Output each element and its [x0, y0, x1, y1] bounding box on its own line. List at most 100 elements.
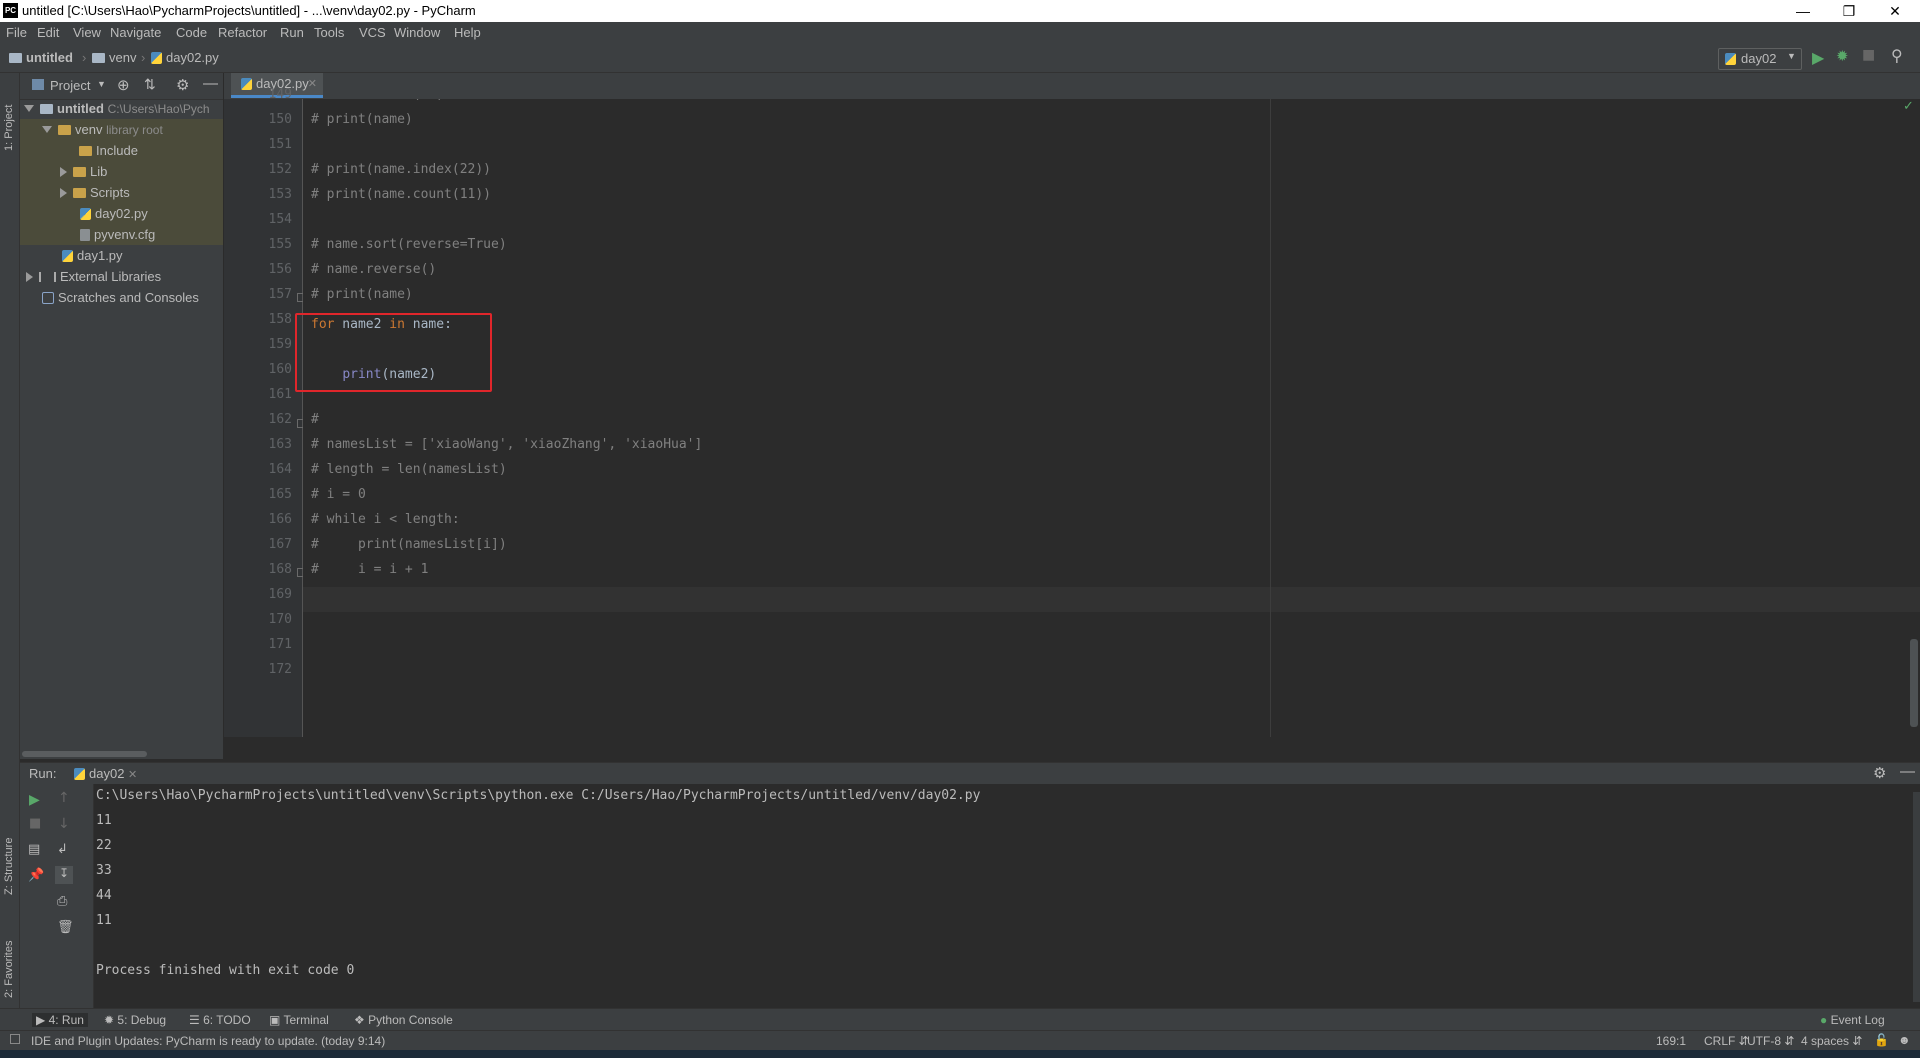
menu-navigate[interactable]: Navigate	[110, 25, 161, 40]
gear-icon[interactable]: ⚙	[176, 76, 189, 94]
run-panel-header: Run: day02 ✕ ⚙ —	[20, 762, 1920, 785]
console-line: 22	[96, 838, 112, 853]
print-icon[interactable]: ⎙	[57, 894, 67, 909]
run-panel-label: Run:	[29, 766, 57, 781]
line-number: 172	[268, 662, 292, 677]
line-number: 155	[268, 237, 292, 252]
scroll-to-end-icon[interactable]: ↧	[55, 866, 73, 884]
pin-icon[interactable]: 📌	[28, 868, 44, 883]
rerun-icon[interactable]: ▶	[29, 792, 40, 808]
navigation-bar: untitled › venv › day02.py	[0, 44, 1920, 73]
tab-structure[interactable]: Z: Structure	[3, 815, 15, 895]
line-separator[interactable]: CRLF ⇵	[1704, 1034, 1749, 1048]
menu-vcs[interactable]: VCS	[359, 25, 386, 40]
line-number-gutter: 149 150 151 152 153 154 155 156 157 158 159 160 161 1…	[224, 87, 306, 737]
tab-todo[interactable]: ☰ 6: TODO	[189, 1013, 251, 1027]
close-tab-icon[interactable]: ✕	[128, 769, 137, 781]
locate-file-icon[interactable]: ⊕	[117, 76, 130, 94]
tree-item-untitled[interactable]: untitled C:\Users\Hao\Pych	[24, 98, 210, 119]
search-everywhere-icon[interactable]: ⚲	[1891, 46, 1903, 65]
project-view-select[interactable]: Project	[50, 78, 90, 93]
breadcrumb-project[interactable]: untitled	[9, 50, 73, 65]
tree-item-scripts[interactable]: Scripts	[20, 182, 223, 203]
breadcrumb-file[interactable]: day02.py	[151, 50, 219, 65]
chevron-right-icon	[60, 188, 67, 198]
breadcrumb-venv[interactable]: venv	[92, 50, 136, 65]
event-log-icon: ●	[1820, 1013, 1828, 1027]
down-arrow-icon[interactable]: ↓	[58, 816, 70, 832]
hide-panel-icon[interactable]: —	[203, 75, 218, 92]
code-line: # i = i + 1	[311, 562, 429, 577]
line-number: 160	[268, 362, 292, 377]
event-log-button[interactable]: ● Event Log	[1820, 1013, 1885, 1027]
run-configuration-select[interactable]: day02 ▼	[1718, 48, 1802, 70]
console-line: 33	[96, 863, 112, 878]
caret-position[interactable]: 169:1	[1656, 1034, 1686, 1048]
code-line: # print(namesList[i])	[311, 537, 507, 552]
layout-icon[interactable]: ▤	[28, 842, 40, 857]
toggle-tool-windows-icon[interactable]	[10, 1034, 20, 1044]
horizontal-scrollbar[interactable]	[22, 751, 147, 757]
hide-panel-icon[interactable]: —	[1900, 763, 1915, 780]
menu-view[interactable]: View	[73, 25, 101, 40]
project-panel-header: Project ▼ ⊕ ⇅ ⚙ —	[20, 73, 223, 100]
file-encoding[interactable]: UTF-8 ⇵	[1747, 1034, 1794, 1048]
menu-file[interactable]: File	[6, 25, 27, 40]
menu-code[interactable]: Code	[176, 25, 207, 40]
menu-run[interactable]: Run	[280, 25, 304, 40]
tab-project[interactable]: 1: Project	[3, 81, 15, 151]
run-tab-day02[interactable]: day02 ✕	[74, 766, 137, 781]
menu-help[interactable]: Help	[454, 25, 481, 40]
menu-edit[interactable]: Edit	[37, 25, 59, 40]
line-number: 167	[268, 537, 292, 552]
restore-icon[interactable]: ❐	[1826, 0, 1872, 22]
folder-icon	[73, 188, 86, 198]
run-toolbar: ▶ ↑ ■ ↓ ▤ ↲ 📌 ↧ ⎙ 🗑	[20, 784, 94, 1008]
line-number: 170	[268, 612, 292, 627]
chevron-down-icon[interactable]: ▼	[97, 79, 106, 89]
soft-wrap-icon[interactable]: ↲	[57, 842, 68, 857]
console-scrollbar[interactable]	[1913, 792, 1920, 1002]
debug-icon[interactable]: ✹	[1836, 47, 1849, 65]
menu-window[interactable]: Window	[394, 25, 440, 40]
python-file-icon	[80, 208, 91, 220]
up-arrow-icon[interactable]: ↑	[58, 790, 70, 806]
tree-item-external-libraries[interactable]: External Libraries	[26, 266, 161, 287]
inspector-icon[interactable]: ☻	[1898, 1033, 1911, 1047]
chevron-down-icon	[24, 105, 34, 112]
menu-refactor[interactable]: Refactor	[218, 25, 267, 40]
code-editor[interactable]: # name.remove(11) # print(name) # print(na…	[303, 99, 1920, 737]
stop-icon[interactable]: ■	[1862, 47, 1875, 63]
tab-python-console[interactable]: ❖ Python Console	[354, 1013, 453, 1027]
run-console[interactable]: C:\Users\Hao\PycharmProjects\untitled\ve…	[94, 784, 1920, 1008]
console-line: 44	[96, 888, 112, 903]
vertical-scrollbar[interactable]	[1910, 639, 1918, 727]
gear-icon[interactable]: ⚙	[1873, 764, 1886, 782]
tree-item-pyvenv-cfg[interactable]: pyvenv.cfg	[20, 224, 223, 245]
tab-debug[interactable]: ✹ 5: Debug	[104, 1013, 166, 1027]
tab-run[interactable]: ▶ 4: Run	[32, 1013, 88, 1027]
tree-item-day02[interactable]: day02.py	[20, 203, 223, 224]
tree-item-scratches[interactable]: Scratches and Consoles	[42, 287, 199, 308]
tree-item-venv[interactable]: venv library root	[20, 119, 223, 140]
line-number: 159	[268, 337, 292, 352]
python-file-icon	[241, 78, 252, 90]
run-icon[interactable]: ▶	[1812, 48, 1824, 67]
tree-item-day1[interactable]: day1.py	[62, 245, 123, 266]
menu-tools[interactable]: Tools	[314, 25, 344, 40]
tree-item-lib[interactable]: Lib	[20, 161, 223, 182]
tab-favorites[interactable]: 2: Favorites	[3, 913, 15, 998]
close-icon[interactable]: ✕	[1872, 0, 1918, 22]
tab-terminal[interactable]: ▣ Terminal	[269, 1013, 329, 1027]
indent-setting[interactable]: 4 spaces ⇵	[1801, 1034, 1862, 1048]
code-line: # name.reverse()	[311, 262, 437, 277]
lock-icon[interactable]: 🔓	[1874, 1033, 1889, 1047]
stop-icon[interactable]: ■	[29, 816, 41, 831]
status-message[interactable]: IDE and Plugin Updates: PyCharm is ready…	[31, 1034, 385, 1048]
close-tab-icon[interactable]: ✕	[308, 73, 317, 95]
collapse-all-icon[interactable]: ⇅	[144, 76, 156, 93]
trash-icon[interactable]: 🗑	[57, 920, 74, 935]
code-line: # namesList = ['xiaoWang', 'xiaoZhang', …	[311, 437, 703, 452]
tree-item-include[interactable]: Include	[20, 140, 223, 161]
minimize-icon[interactable]: —	[1780, 0, 1826, 22]
